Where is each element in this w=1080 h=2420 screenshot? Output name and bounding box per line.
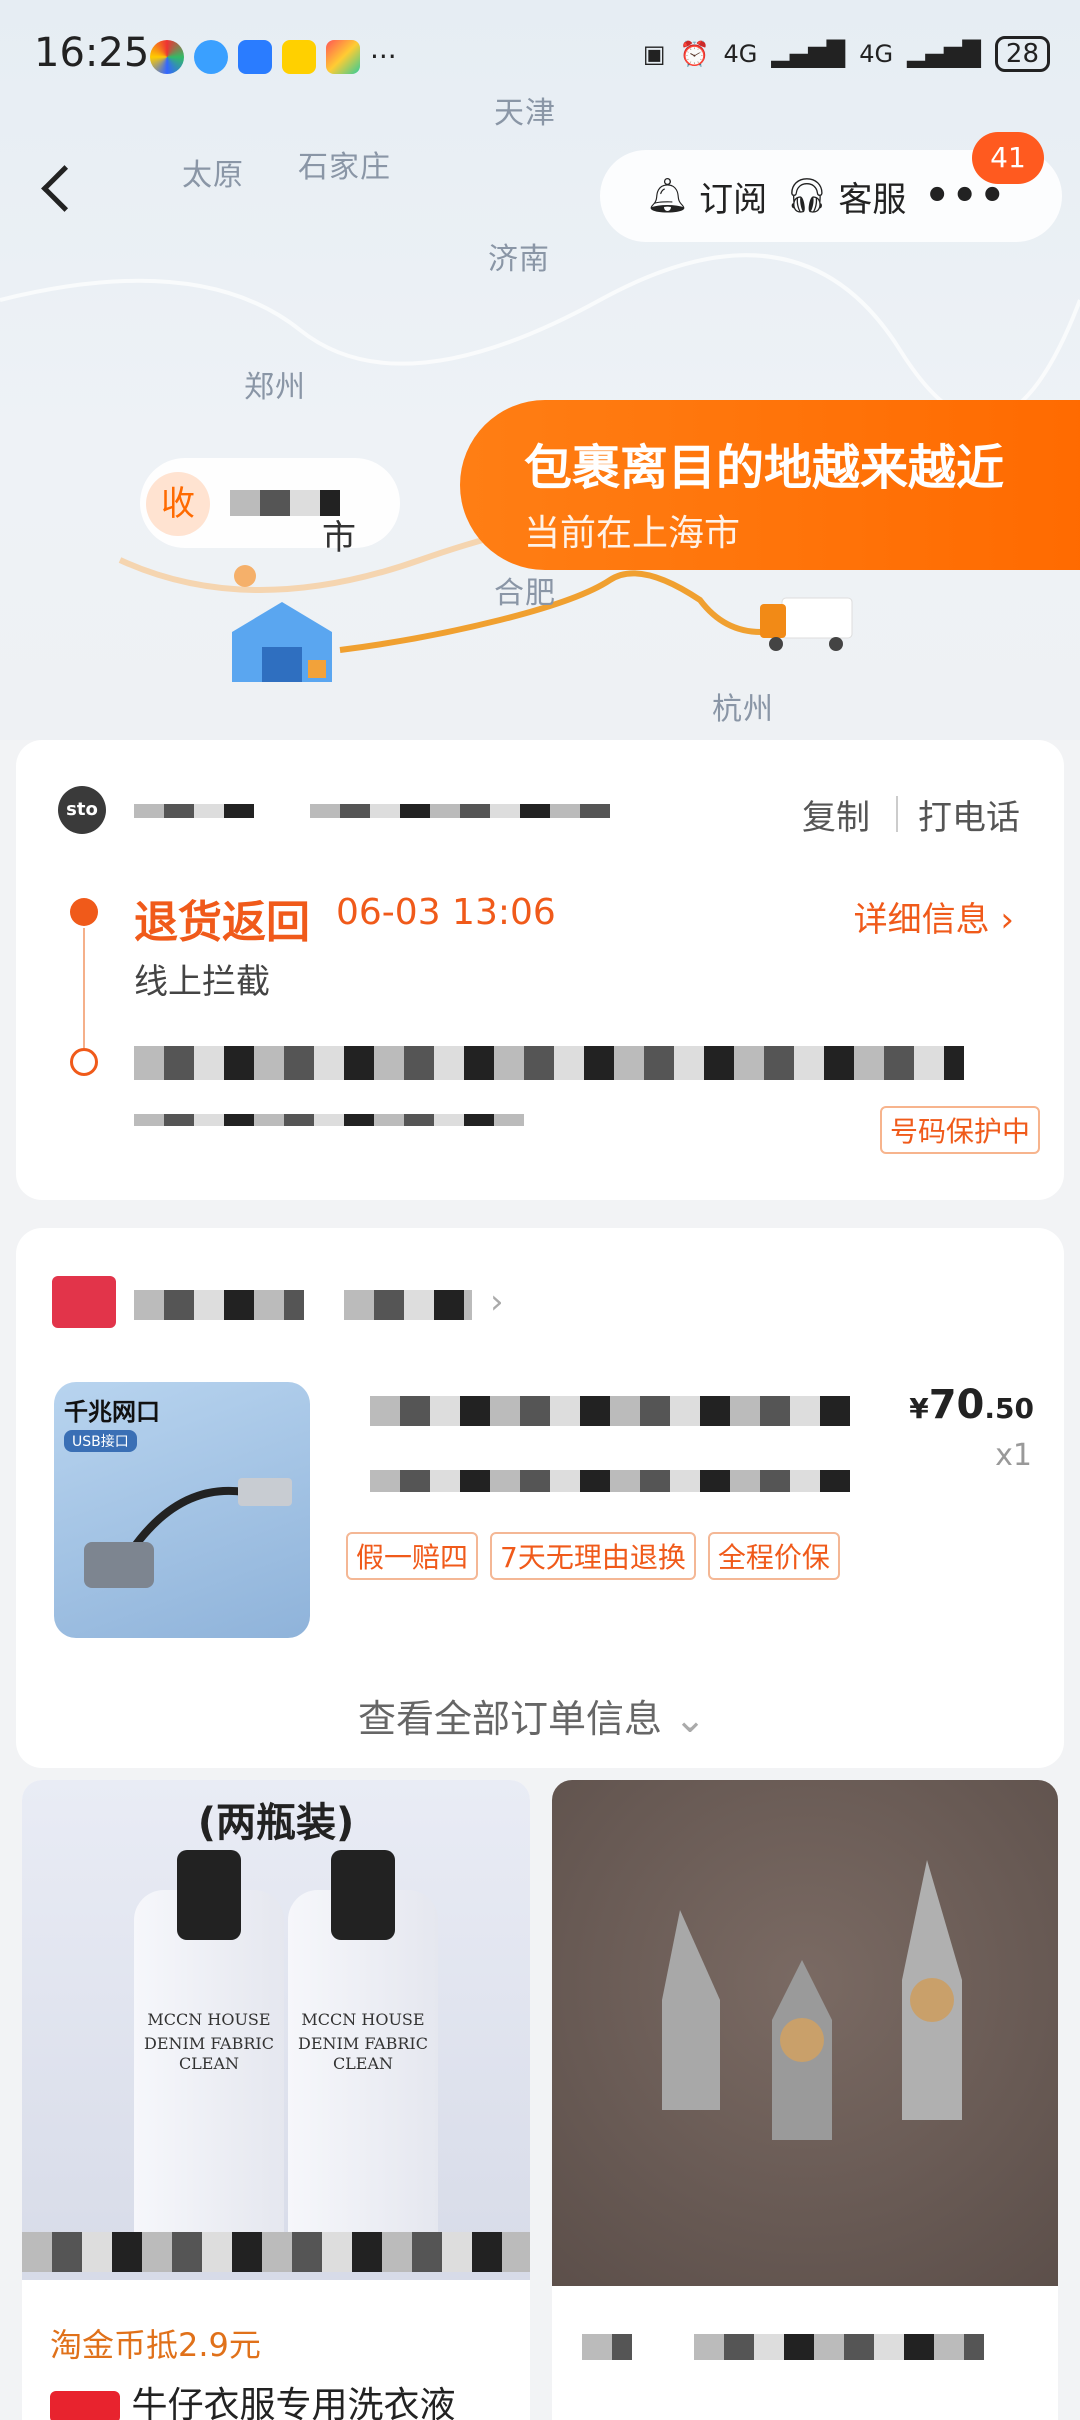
recommend-title: 牛仔衣服专用洗衣液 [50, 2376, 455, 2420]
bottle-label: DENIM FABRIC CLEAN [144, 2034, 274, 2073]
shop-logo [52, 1276, 116, 1328]
customer-service-button[interactable]: 🎧︎ 客服 [785, 172, 906, 221]
service-tag: 假一赔四 [346, 1532, 479, 1580]
signal-bars-icon: ▂▄▆█ [771, 40, 846, 68]
battery-icon: 28 [994, 36, 1050, 72]
recommend-item[interactable]: (两瓶装) MCCN HOUSE DENIM FABRIC CLEAN MCCN… [22, 1780, 530, 2420]
privacy-badge: 号码保护中 [879, 1106, 1040, 1154]
city-label: 合肥 [494, 576, 556, 611]
more-notifications-icon: ··· [370, 40, 397, 73]
redacted-address [134, 1046, 964, 1080]
signal-4g-icon: 4G [723, 40, 758, 68]
city-label: 石家庄 [298, 150, 391, 185]
truck-icon [756, 594, 856, 654]
address-dot-icon [70, 1048, 98, 1076]
image-banner-text: (两瓶装) [197, 1800, 355, 1846]
product-image[interactable]: 千兆网口 USB接口 [54, 1382, 310, 1638]
redacted-tracking-number [310, 804, 610, 818]
service-tag: 7天无理由退换 [490, 1532, 696, 1580]
bell-icon: 🔔︎ [646, 176, 690, 216]
map-view[interactable]: 天津 太原 石家庄 济南 郑州 合肥 杭州 收 市 包裹离目的地越来越近 当前在… [0, 0, 1080, 740]
redacted-shop-name[interactable] [344, 1290, 472, 1320]
delivery-banner: 包裹离目的地越来越近 当前在上海市 [460, 400, 1080, 570]
warehouse-icon [222, 592, 342, 692]
redacted-product-spec [370, 1470, 850, 1492]
receiver-city: 市 [322, 518, 356, 558]
subscribe-label: 订阅 [699, 179, 768, 220]
signal-bars-icon: ▂▄▆█ [907, 40, 981, 68]
city-label: 济南 [488, 242, 550, 277]
adapter-illustration [84, 1478, 292, 1588]
service-label: 客服 [838, 179, 907, 220]
headset-icon: 🎧︎ [785, 176, 829, 216]
app-notification-icon [326, 40, 360, 74]
timeline-line [83, 928, 85, 1048]
redacted-shop-name[interactable] [134, 1290, 304, 1320]
price-integer: 70 [928, 1382, 985, 1428]
detail-link[interactable]: 详细信息 › [854, 892, 1014, 941]
notification-icons: ··· [150, 40, 397, 74]
redacted-receiver-info [134, 1114, 524, 1126]
recommend-title-text: 牛仔衣服专用洗衣液 [131, 2385, 456, 2420]
service-tags: 假一赔四 7天无理由退换 全程价保 [346, 1532, 840, 1580]
chat-notification-icon [194, 40, 228, 74]
banner-title: 包裹离目的地越来越近 [524, 440, 1005, 496]
logistics-substatus: 线上拦截 [134, 962, 270, 1002]
status-time: 16:25 [34, 30, 150, 76]
divider [896, 796, 898, 832]
chevron-down-icon: ⌄ [674, 1697, 706, 1741]
price-decimal: .50 [984, 1392, 1034, 1425]
message-count-badge: 41 [972, 132, 1044, 184]
bottle-image [288, 1890, 438, 2260]
bottle-cap [331, 1850, 395, 1940]
system-status: ▣ ⏰ 4G ▂▄▆█ 4G ▂▄▆█ 28 [643, 36, 1050, 72]
redacted-title [694, 2334, 984, 2360]
promo-tag-icon [50, 2391, 120, 2420]
bottle-cap [177, 1850, 241, 1940]
redacted-product-title[interactable] [370, 1396, 850, 1426]
message-notification-icon [238, 40, 272, 74]
bottle-label: DENIM FABRIC CLEAN [298, 2034, 428, 2073]
bottle-brand: MCCN HOUSE [301, 2010, 425, 2029]
copy-button[interactable]: 复制 [802, 790, 870, 839]
knife-illustration [662, 1860, 962, 2140]
nfc-icon: ▣ [642, 40, 666, 68]
city-label: 太原 [182, 158, 244, 193]
redacted-carrier [134, 804, 254, 818]
alarm-icon: ⏰ [679, 40, 710, 68]
view-all-order-button[interactable]: 查看全部订单信息 ⌄ [0, 1688, 1064, 1743]
product-price: ¥70.50 [909, 1382, 1034, 1428]
redacted-image-caption [22, 2232, 530, 2272]
chevron-right-icon: › [490, 1282, 504, 1322]
city-label: 杭州 [712, 692, 774, 727]
receive-icon: 收 [146, 472, 210, 536]
coin-discount: 淘金币抵2.9元 [50, 2326, 261, 2364]
status-bar: 16:25 ··· ▣ ⏰ 4G ▂▄▆█ 4G ▂▄▆█ 28 [0, 0, 1080, 110]
product-quantity: x1 [995, 1438, 1032, 1473]
logistics-time: 06-03 13:06 [336, 892, 556, 933]
status-dot-icon [70, 898, 98, 926]
logistics-status: 退货返回 [134, 897, 310, 948]
app-notification-icon [150, 40, 184, 74]
recommend-item[interactable] [552, 1780, 1058, 2420]
meituan-notification-icon [282, 40, 316, 74]
bottle-brand: MCCN HOUSE [147, 2010, 271, 2029]
detail-label: 详细信息 [853, 900, 990, 940]
signal-4g-icon: 4G [859, 40, 894, 68]
carrier-logo: sto [58, 786, 106, 834]
redacted-tag [582, 2334, 632, 2360]
recommend-image [552, 1780, 1058, 2286]
chevron-right-icon: › [1000, 900, 1014, 940]
subscribe-button[interactable]: 🔔︎ 订阅 [646, 172, 767, 221]
recommend-image: (两瓶装) MCCN HOUSE DENIM FABRIC CLEAN MCCN… [22, 1780, 530, 2280]
bottle-image [134, 1890, 284, 2260]
price-symbol: ¥ [909, 1392, 929, 1425]
city-label: 郑州 [244, 370, 306, 405]
banner-subtitle: 当前在上海市 [524, 513, 741, 554]
view-all-label: 查看全部订单信息 [358, 1697, 663, 1741]
call-button[interactable]: 打电话 [918, 790, 1020, 839]
service-tag: 全程价保 [707, 1532, 840, 1580]
